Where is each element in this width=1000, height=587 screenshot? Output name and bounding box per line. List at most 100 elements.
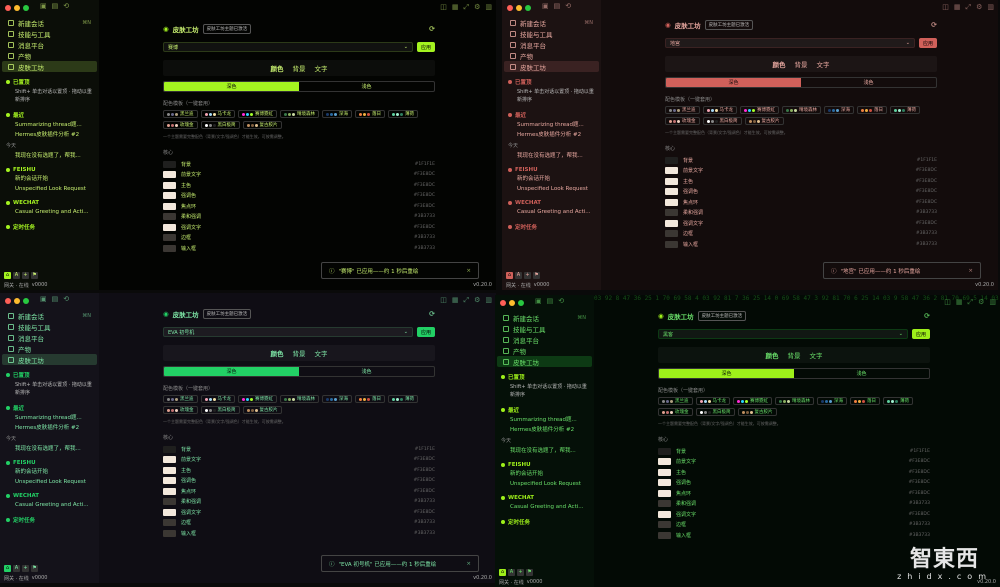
skills-tools-button[interactable]: 技能与工具 [504,28,599,39]
expand-icon[interactable]: ⤢ [967,298,973,307]
preset-chip[interactable]: 深海 [817,397,847,405]
preset-chip[interactable]: 落日 [355,395,385,403]
preset-chip[interactable]: 黑白极简 [200,121,240,129]
pinned-section[interactable]: 已置顶 [0,72,99,87]
preset-chip[interactable]: 黑兰迪 [163,110,198,118]
tab-color[interactable]: 颜色 [271,348,284,358]
conversation-item[interactable]: Summarizing thread题... [495,415,594,425]
new-chat-button[interactable]: 新建会话 ⌘N [504,17,599,28]
layout-icon[interactable]: ▤ [52,295,59,303]
sync-icon[interactable]: ⟲ [565,2,571,10]
home-icon[interactable]: ⌂ [4,565,11,572]
color-swatch[interactable] [163,171,176,179]
skills-tools-button[interactable]: 技能与工具 [2,28,97,39]
conversation-item[interactable]: 新的会话开始 [0,467,99,477]
preset-chip[interactable]: 薄荷 [388,110,418,118]
color-swatch[interactable] [163,244,176,252]
color-swatch[interactable] [665,177,678,185]
close-button[interactable] [507,5,513,11]
tab-color[interactable]: 颜色 [773,59,786,69]
close-icon[interactable]: × [968,268,973,274]
preset-chip[interactable]: 晴境森林 [782,106,821,114]
theme-select[interactable]: 地宫 ⌄ [665,38,915,48]
new-chat-button[interactable]: 新建会话 ⌘N [497,312,592,323]
zoom-button[interactable] [525,5,531,11]
settings-icon[interactable]: ⚙ [976,3,982,12]
preset-chip[interactable]: 玫瑰金 [163,121,198,129]
conversation-item[interactable]: 我现在没有选题了，帮我... [495,446,594,456]
color-row[interactable]: 主色 #F3E8DC [658,467,930,478]
color-row[interactable]: 输入框 #3B3733 [658,530,930,541]
conversation-item[interactable]: 新的会话开始 [495,469,594,479]
preset-chip[interactable]: 复古胶片 [242,121,282,129]
new-chat-button[interactable]: 新建会话 ⌘N [2,310,97,321]
expand-icon[interactable]: ⤢ [965,3,971,12]
color-row[interactable]: 前景文字 #F3E8DC [163,170,435,181]
color-row[interactable]: 主色 #F3E8DC [163,180,435,191]
preset-chip[interactable]: 黑白极简 [695,408,735,416]
close-icon[interactable]: × [466,268,471,274]
feishu-section[interactable]: FEISHU [0,161,99,174]
color-swatch[interactable] [163,529,176,537]
conversation-item[interactable]: Hermes皮肤插件分析 #2 [502,130,601,140]
new-chat-button[interactable]: 新建会话 ⌘N [2,17,97,28]
color-swatch[interactable] [163,192,176,200]
grid-icon[interactable]: ▦ [954,3,961,12]
color-swatch[interactable] [163,477,176,485]
wechat-section[interactable]: WECHAT [0,194,99,207]
apply-button[interactable]: 应用 [912,329,930,339]
dark-mode-option[interactable]: 深色 [666,78,801,87]
grid-icon[interactable]: ▦ [452,296,459,305]
feishu-section[interactable]: FEISHU [495,456,594,469]
color-swatch[interactable] [658,447,671,455]
light-mode-option[interactable]: 浅色 [801,78,936,87]
pinned-section[interactable]: 已置顶 [495,367,594,382]
messaging-platform-button[interactable]: 消息平台 [497,334,592,345]
conversation-item[interactable]: Casual Greeting and Acti... [0,500,99,510]
color-swatch[interactable] [665,219,678,227]
conversation-item[interactable]: Summarizing thread题... [0,413,99,423]
skin-workshop-button[interactable]: 皮肤工坊 [497,356,592,367]
color-row[interactable]: 边框 #3B3733 [665,229,937,240]
color-row[interactable]: 主色 #F3E8DC [163,465,435,476]
tab-background[interactable]: 背景 [788,350,801,360]
preset-chip[interactable]: 落日 [857,106,887,114]
conversation-item[interactable]: Hermes皮肤插件分析 #2 [495,425,594,435]
skills-tools-button[interactable]: 技能与工具 [2,321,97,332]
sync-icon[interactable]: ⟲ [63,2,69,10]
skin-workshop-button[interactable]: 皮肤工坊 [504,61,599,72]
layout-icon[interactable]: ▤ [554,2,561,10]
preset-chip[interactable]: 赛博霓虹 [733,397,772,405]
color-row[interactable]: 强调色 #F3E8DC [163,191,435,202]
feishu-section[interactable]: FEISHU [502,161,601,174]
light-mode-option[interactable]: 浅色 [299,82,434,91]
preset-chip[interactable]: 黑兰迪 [163,395,198,403]
color-swatch[interactable] [163,498,176,506]
color-row[interactable]: 背景 #1F1F1E [163,159,435,170]
conversation-item[interactable]: Casual Greeting and Acti... [502,207,601,217]
preset-chip[interactable]: 马卡龙 [695,397,730,405]
color-swatch[interactable] [163,202,176,210]
sidebar-right-icon[interactable]: ▥ [485,296,492,305]
color-swatch[interactable] [163,160,176,168]
minimize-button[interactable] [516,5,522,11]
color-row[interactable]: 柔和强调 #3B3733 [163,212,435,223]
tab-background[interactable]: 背景 [795,59,808,69]
color-swatch[interactable] [665,156,678,164]
color-row[interactable]: 边框 #3B3733 [658,520,930,531]
sync-icon[interactable]: ⟲ [63,295,69,303]
color-swatch[interactable] [163,223,176,231]
scheduled-tasks-section[interactable]: 定时任务 [0,510,99,525]
close-button[interactable] [5,298,11,304]
minimize-button[interactable] [509,300,515,306]
skin-workshop-button[interactable]: 皮肤工坊 [2,354,97,365]
split-icon[interactable]: ◫ [440,3,447,12]
flag-icon[interactable]: ⚑ [31,565,38,572]
messaging-platform-button[interactable]: 消息平台 [2,332,97,343]
plus-icon[interactable]: + [524,272,531,279]
agent-icon[interactable]: A [508,569,515,576]
color-swatch[interactable] [163,519,176,527]
color-row[interactable]: 背景 #1F1F1E [665,155,937,166]
conversation-item[interactable]: Unspecified Look Request [0,477,99,487]
feishu-section[interactable]: FEISHU [0,454,99,467]
